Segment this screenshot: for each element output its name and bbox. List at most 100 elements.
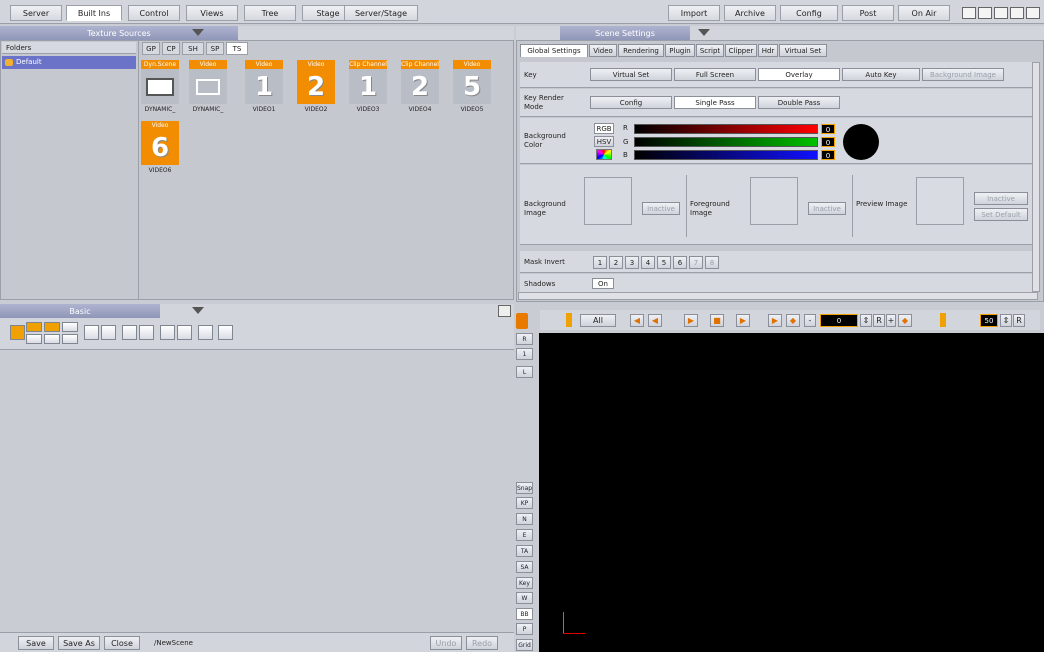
tab-control[interactable]: Control bbox=[128, 5, 180, 21]
go-end-icon[interactable]: ▶ bbox=[768, 314, 782, 327]
preview-inactive-button[interactable]: Inactive bbox=[974, 192, 1028, 205]
w-button[interactable]: W bbox=[516, 592, 533, 604]
mask-1-button[interactable]: 1 bbox=[593, 256, 607, 269]
key-auto-key-button[interactable]: Auto Key bbox=[842, 68, 920, 81]
preview-image-slot[interactable] bbox=[916, 177, 964, 225]
rgb-toggle[interactable]: RGB bbox=[594, 123, 614, 134]
add-icon[interactable] bbox=[62, 322, 78, 332]
container-down-icon[interactable] bbox=[26, 334, 42, 344]
container-up-icon[interactable] bbox=[26, 322, 42, 332]
krm-config-button[interactable]: Config bbox=[590, 96, 672, 109]
go-start-icon[interactable]: ◀ bbox=[630, 314, 644, 327]
group-tool-icon[interactable] bbox=[10, 325, 25, 340]
tab-server[interactable]: Server bbox=[10, 5, 62, 21]
play-end-icon[interactable]: ▶ bbox=[736, 314, 750, 327]
texture-thumb-video4[interactable]: Clip Channel 2 bbox=[401, 60, 439, 104]
tab-built-ins[interactable]: Built Ins bbox=[66, 5, 122, 21]
subtab-gp[interactable]: GP bbox=[142, 42, 160, 55]
undo-button[interactable]: Undo bbox=[430, 636, 462, 650]
on-air-button[interactable]: On Air bbox=[898, 5, 950, 21]
stop-icon[interactable]: ■ bbox=[710, 314, 724, 327]
next-key-icon[interactable]: ◆ bbox=[898, 314, 912, 327]
subtab-cp[interactable]: CP bbox=[162, 42, 180, 55]
mask-6-button[interactable]: 6 bbox=[673, 256, 687, 269]
subtab-sp[interactable]: SP bbox=[206, 42, 224, 55]
subtab-sh[interactable]: SH bbox=[182, 42, 204, 55]
tab-script[interactable]: Script bbox=[696, 44, 724, 57]
color-picker-icon[interactable] bbox=[596, 149, 612, 160]
blue-value[interactable]: 0 bbox=[821, 150, 835, 160]
fps-spin-icon[interactable]: ⇕ bbox=[1000, 314, 1012, 327]
minus-button[interactable]: - bbox=[804, 314, 816, 327]
close-icon[interactable] bbox=[1026, 7, 1040, 19]
split-icon[interactable] bbox=[44, 334, 60, 344]
tab-hdr[interactable]: Hdr bbox=[758, 44, 778, 57]
mask-4-button[interactable]: 4 bbox=[641, 256, 655, 269]
n-button[interactable]: N bbox=[516, 513, 533, 525]
info-icon[interactable] bbox=[994, 7, 1008, 19]
merge-icon[interactable] bbox=[44, 322, 60, 332]
zoom-out-icon[interactable] bbox=[101, 325, 116, 340]
tab-clipper[interactable]: Clipper bbox=[725, 44, 757, 57]
texture-thumb-video1[interactable]: Video 1 bbox=[245, 60, 283, 104]
side-1-button[interactable]: 1 bbox=[516, 348, 533, 360]
save-as-button[interactable]: Save As bbox=[58, 636, 100, 650]
post-button[interactable]: Post bbox=[842, 5, 894, 21]
sa-button[interactable]: SA bbox=[516, 561, 533, 573]
texture-thumb-video2[interactable]: Video 2 bbox=[297, 60, 335, 104]
set-default-button[interactable]: Set Default bbox=[974, 208, 1028, 221]
kp-button[interactable]: KP bbox=[516, 497, 533, 509]
side-l-button[interactable]: L bbox=[516, 366, 533, 378]
tab-plugin[interactable]: Plugin bbox=[665, 44, 695, 57]
import-button[interactable]: Import bbox=[668, 5, 720, 21]
foreground-image-slot[interactable] bbox=[750, 177, 798, 225]
horizontal-scrollbar[interactable] bbox=[518, 292, 1038, 300]
green-value[interactable]: 0 bbox=[821, 137, 835, 147]
fps-field[interactable]: 50 bbox=[980, 314, 998, 327]
e-button[interactable]: E bbox=[516, 529, 533, 541]
krm-single-pass-button[interactable]: Single Pass bbox=[674, 96, 756, 109]
save-button[interactable]: Save bbox=[18, 636, 54, 650]
close-button[interactable]: Close bbox=[104, 636, 140, 650]
image-icon[interactable] bbox=[198, 325, 213, 340]
grid-button[interactable]: Grid bbox=[516, 639, 533, 651]
tab-server-stage[interactable]: Server/Stage bbox=[344, 5, 418, 21]
config-button[interactable]: Config bbox=[780, 5, 838, 21]
tab-global-settings[interactable]: Global Settings bbox=[520, 44, 588, 57]
mask-2-button[interactable]: 2 bbox=[609, 256, 623, 269]
red-value[interactable]: 0 bbox=[821, 124, 835, 134]
tab-tree[interactable]: Tree bbox=[244, 5, 296, 21]
key-background-image-button[interactable]: Background Image bbox=[922, 68, 1004, 81]
blue-slider[interactable] bbox=[634, 150, 818, 160]
fps-r-button[interactable]: R bbox=[1013, 314, 1025, 327]
mail-icon[interactable] bbox=[962, 7, 976, 19]
ta-button[interactable]: TA bbox=[516, 545, 533, 557]
tab-rendering[interactable]: Rendering bbox=[618, 44, 664, 57]
shadows-toggle[interactable]: On bbox=[592, 278, 614, 289]
mask-3-button[interactable]: 3 bbox=[625, 256, 639, 269]
texture-thumb-video6[interactable]: Video 6 bbox=[141, 121, 179, 165]
key-full-screen-button[interactable]: Full Screen bbox=[674, 68, 756, 81]
list-view-icon[interactable] bbox=[139, 325, 154, 340]
frame-field[interactable]: 0 bbox=[820, 314, 858, 327]
tab-video[interactable]: Video bbox=[589, 44, 617, 57]
krm-double-pass-button[interactable]: Double Pass bbox=[758, 96, 840, 109]
archive-button[interactable]: Archive bbox=[724, 5, 776, 21]
p-button[interactable]: P bbox=[516, 623, 533, 635]
tree-view-icon[interactable] bbox=[122, 325, 137, 340]
foreground-inactive-button[interactable]: Inactive bbox=[808, 202, 846, 215]
spin-icon[interactable]: ⇕ bbox=[860, 314, 872, 327]
key-overlay-button[interactable]: Overlay bbox=[758, 68, 840, 81]
texture-thumb-video[interactable]: Video bbox=[189, 60, 227, 104]
key-button[interactable]: Key bbox=[516, 577, 533, 589]
green-slider[interactable] bbox=[634, 137, 818, 147]
bb-button[interactable]: BB bbox=[516, 608, 533, 620]
zoom-in-icon[interactable] bbox=[84, 325, 99, 340]
snap-button[interactable]: Snap bbox=[516, 482, 533, 494]
document-icon[interactable] bbox=[218, 325, 233, 340]
texture-thumb-dynscene[interactable]: Dyn.Scene bbox=[141, 60, 179, 104]
texture-thumb-video3[interactable]: Clip Channel 1 bbox=[349, 60, 387, 104]
tab-virtual-set[interactable]: Virtual Set bbox=[779, 44, 827, 57]
collapse-icon[interactable] bbox=[177, 325, 192, 340]
texture-thumb-video5[interactable]: Video 5 bbox=[453, 60, 491, 104]
